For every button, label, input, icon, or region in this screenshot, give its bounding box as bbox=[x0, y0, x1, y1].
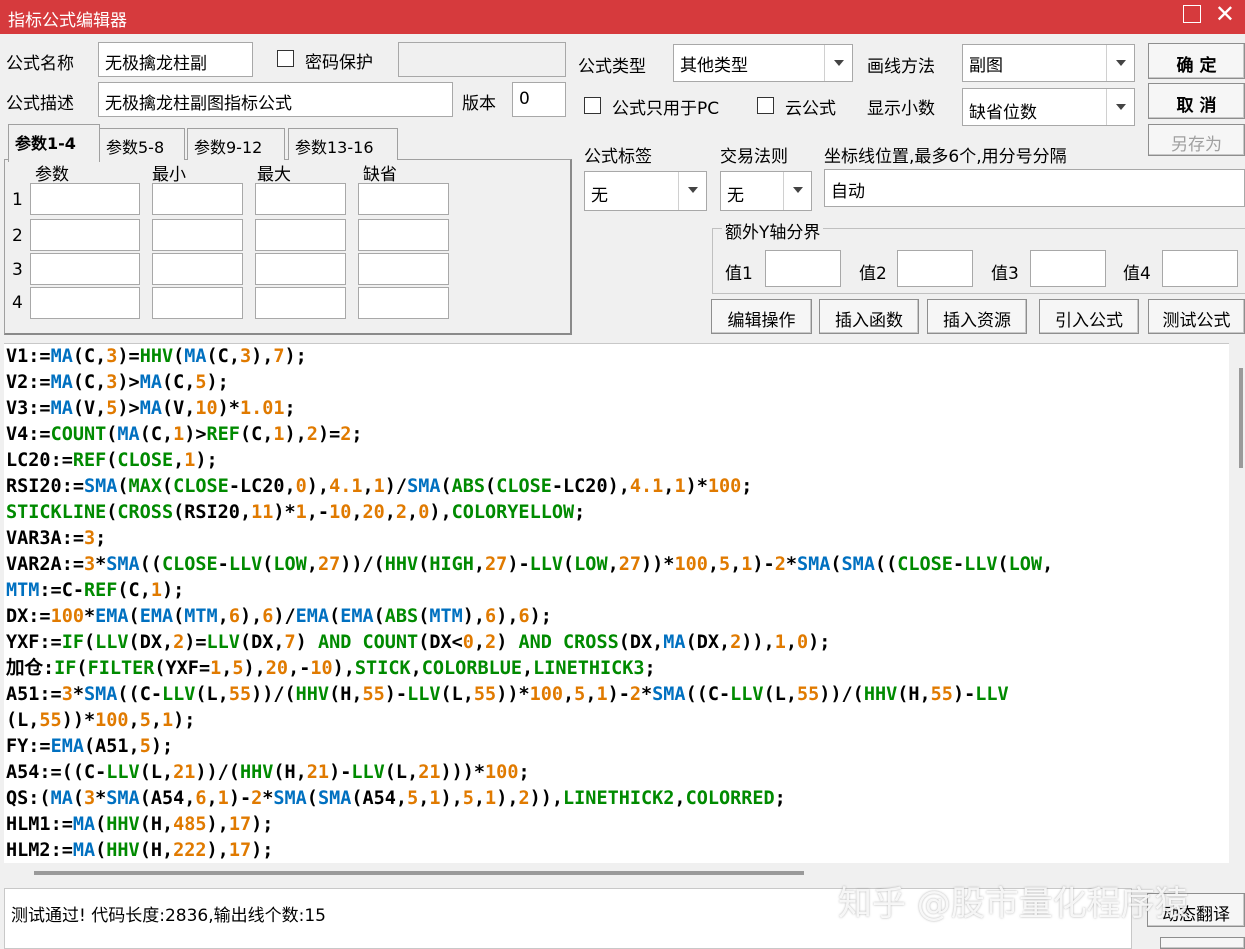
formula-type-value: 其他类型 bbox=[680, 56, 748, 76]
formula-type-label: 公式类型 bbox=[578, 57, 646, 77]
trade-rule-label: 交易法则 bbox=[720, 147, 788, 167]
trade-rule-value: 无 bbox=[727, 186, 744, 206]
param-name-input[interactable] bbox=[30, 183, 140, 215]
cancel-button[interactable]: 取 消 bbox=[1148, 83, 1245, 119]
import-formula-button[interactable]: 引入公式 bbox=[1039, 299, 1139, 334]
param-default-input[interactable] bbox=[358, 219, 449, 251]
code-editor[interactable]: V1:=MA(C,3)=HHV(MA(C,3),7); V2:=MA(C,3)>… bbox=[4, 343, 1229, 863]
formula-tag-label: 公式标签 bbox=[584, 147, 652, 167]
param-row-number: 3 bbox=[12, 260, 23, 280]
param-min-input[interactable] bbox=[152, 287, 243, 319]
coord-line-label: 坐标线位置,最多6个,用分号分隔 bbox=[824, 147, 1067, 167]
scroll-thumb[interactable] bbox=[34, 871, 804, 875]
param-row-number: 2 bbox=[12, 226, 23, 246]
param-min-input[interactable] bbox=[152, 183, 243, 215]
param-min-input[interactable] bbox=[152, 219, 243, 251]
param-default-input[interactable] bbox=[358, 287, 449, 319]
cloud-formula-label: 云公式 bbox=[785, 99, 836, 119]
param-max-input[interactable] bbox=[255, 183, 346, 215]
draw-method-label: 画线方法 bbox=[867, 57, 935, 77]
formula-type-select[interactable]: 其他类型 bbox=[673, 44, 853, 82]
tab-params-5-8[interactable]: 参数5-8 bbox=[99, 128, 185, 160]
chevron-down-icon[interactable] bbox=[678, 172, 706, 210]
cloud-formula-checkbox[interactable] bbox=[757, 97, 774, 114]
y-value-4-label: 值4 bbox=[1123, 264, 1151, 284]
draw-method-select[interactable]: 副图 bbox=[962, 44, 1135, 82]
title-bar: 指标公式编辑器 ✕ bbox=[0, 0, 1245, 34]
formula-tag-select[interactable]: 无 bbox=[584, 171, 707, 211]
decimals-value: 缺省位数 bbox=[969, 103, 1037, 123]
param-max-input[interactable] bbox=[255, 253, 346, 285]
password-label: 密码保护 bbox=[305, 53, 373, 73]
param-min-input[interactable] bbox=[152, 253, 243, 285]
tab-params-13-16[interactable]: 参数13-16 bbox=[288, 128, 398, 160]
secondary-button[interactable] bbox=[1160, 937, 1245, 949]
chevron-down-icon[interactable] bbox=[1106, 89, 1134, 125]
y-value-4-input[interactable] bbox=[1162, 250, 1238, 287]
param-header-max: 最大 bbox=[257, 165, 291, 185]
password-input[interactable] bbox=[398, 42, 566, 77]
draw-method-value: 副图 bbox=[969, 56, 1003, 76]
formula-desc-input[interactable]: 无极擒龙柱副图指标公式 bbox=[98, 82, 453, 117]
param-header-default: 缺省 bbox=[363, 165, 397, 185]
scroll-thumb[interactable] bbox=[1239, 368, 1243, 468]
chevron-down-icon[interactable] bbox=[783, 172, 811, 210]
formula-name-input[interactable]: 无极擒龙柱副 bbox=[98, 42, 253, 77]
trade-rule-select[interactable]: 无 bbox=[720, 171, 812, 211]
param-header-name: 参数 bbox=[35, 165, 69, 185]
test-formula-button[interactable]: 测试公式 bbox=[1148, 299, 1245, 334]
vertical-scrollbar[interactable] bbox=[1229, 343, 1245, 863]
ok-button[interactable]: 确 定 bbox=[1148, 43, 1245, 79]
param-name-input[interactable] bbox=[30, 219, 140, 251]
watermark: 知乎 @股市量化程序猿 bbox=[838, 884, 1189, 924]
password-checkbox[interactable] bbox=[277, 50, 294, 67]
insert-resource-button[interactable]: 插入资源 bbox=[927, 299, 1027, 334]
param-row-number: 1 bbox=[12, 190, 23, 210]
param-default-input[interactable] bbox=[358, 253, 449, 285]
y-value-2-input[interactable] bbox=[897, 250, 973, 287]
param-row-number: 4 bbox=[12, 293, 23, 313]
param-header-min: 最小 bbox=[152, 165, 186, 185]
formula-name-label: 公式名称 bbox=[6, 54, 74, 74]
save-as-button[interactable]: 另存为 bbox=[1148, 124, 1245, 156]
formula-tag-value: 无 bbox=[591, 186, 608, 206]
version-label: 版本 bbox=[462, 94, 496, 114]
tab-params-1-4[interactable]: 参数1-4 bbox=[8, 124, 100, 162]
pc-only-label: 公式只用于PC bbox=[612, 99, 720, 119]
chevron-down-icon[interactable] bbox=[1106, 45, 1134, 81]
param-name-input[interactable] bbox=[30, 287, 140, 319]
y-value-3-input[interactable] bbox=[1030, 250, 1106, 287]
insert-function-button[interactable]: 插入函数 bbox=[819, 299, 919, 334]
edit-operations-button[interactable]: 编辑操作 bbox=[711, 299, 812, 334]
decimals-select[interactable]: 缺省位数 bbox=[962, 88, 1135, 126]
y-axis-group-label: 额外Y轴分界 bbox=[722, 218, 824, 243]
decimals-label: 显示小数 bbox=[867, 99, 935, 119]
param-name-input[interactable] bbox=[30, 253, 140, 285]
param-default-input[interactable] bbox=[358, 183, 449, 215]
y-value-3-label: 值3 bbox=[991, 264, 1019, 284]
coord-line-input[interactable]: 自动 bbox=[824, 169, 1245, 207]
tab-params-9-12[interactable]: 参数9-12 bbox=[187, 128, 285, 160]
status-message: 测试通过! 代码长度:2836,输出线个数:15 bbox=[11, 906, 326, 926]
maximize-icon[interactable] bbox=[1183, 5, 1201, 23]
chevron-down-icon[interactable] bbox=[824, 45, 852, 81]
y-value-2-label: 值2 bbox=[859, 264, 887, 284]
version-input[interactable]: 0 bbox=[512, 82, 566, 117]
window-title: 指标公式编辑器 bbox=[8, 11, 127, 31]
y-value-1-input[interactable] bbox=[765, 250, 841, 287]
param-max-input[interactable] bbox=[255, 287, 346, 319]
formula-desc-label: 公式描述 bbox=[6, 94, 74, 114]
y-value-1-label: 值1 bbox=[725, 264, 753, 284]
close-icon[interactable]: ✕ bbox=[1215, 0, 1235, 28]
param-max-input[interactable] bbox=[255, 219, 346, 251]
code-text[interactable]: V1:=MA(C,3)=HHV(MA(C,3),7); V2:=MA(C,3)>… bbox=[6, 344, 1053, 863]
pc-only-checkbox[interactable] bbox=[584, 97, 601, 114]
